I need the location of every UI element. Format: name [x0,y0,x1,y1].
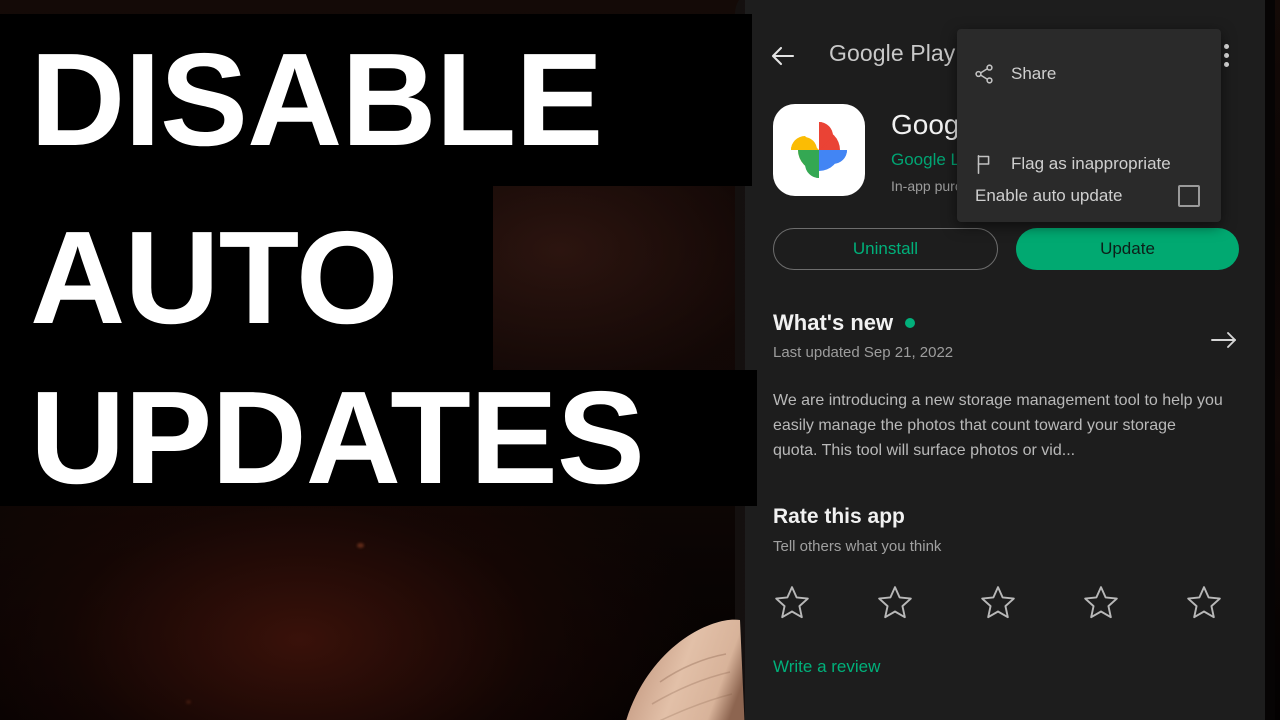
menu-item-enable-auto-update[interactable]: Enable auto update [957,170,1221,222]
auto-update-checkbox[interactable] [1178,185,1200,207]
overlay-line-2-text: AUTO [30,204,399,351]
back-arrow-icon[interactable] [767,40,801,72]
star-icon-5[interactable] [1185,583,1223,621]
whats-new-title: What's new [773,310,894,335]
star-icon-3[interactable] [979,583,1017,621]
whats-new-title-row: What's new [773,310,1239,336]
overlay-line-1: DISABLE [0,14,752,186]
overlay-line-1-text: DISABLE [30,26,603,173]
star-icon-4[interactable] [1082,583,1120,621]
menu-item-share[interactable]: Share [957,48,1221,100]
menu-item-auto-update-label: Enable auto update [975,186,1123,205]
menu-item-share-label: Share [1011,64,1057,83]
overlay-line-3-text: UPDATES [30,364,645,511]
screenshot-stage: Google Play Google Google LLC In-app pur… [0,0,1280,720]
finger [626,619,745,720]
whats-new-body: We are introducing a new storage managem… [773,392,1223,459]
star-rating-row [773,583,1223,621]
overflow-menu: Share Flag as inappropriate Enable auto … [957,29,1221,222]
overflow-menu-icon[interactable] [1223,44,1229,67]
action-button-row: Uninstall Update [773,228,1239,270]
rate-app-title: Rate this app [773,505,905,528]
last-updated-text: Last updated Sep 21, 2022 [773,344,954,361]
rate-app-subtitle: Tell others what you think [773,538,942,555]
update-button[interactable]: Update [1016,228,1239,270]
share-icon [971,63,997,85]
overlay-line-3: UPDATES [0,370,757,506]
whats-new-section[interactable]: What's new Last updated Sep 21, 2022 We … [773,310,1239,463]
overlay-line-2: AUTO [0,186,493,370]
google-photos-icon [773,104,865,196]
uninstall-button[interactable]: Uninstall [773,228,998,270]
rate-app-section: Rate this app Tell others what you think [773,505,1239,677]
app-bar-title: Google Play [829,40,956,66]
star-icon-2[interactable] [876,583,914,621]
arrow-right-icon[interactable] [1209,328,1239,357]
new-indicator-dot [905,318,916,328]
